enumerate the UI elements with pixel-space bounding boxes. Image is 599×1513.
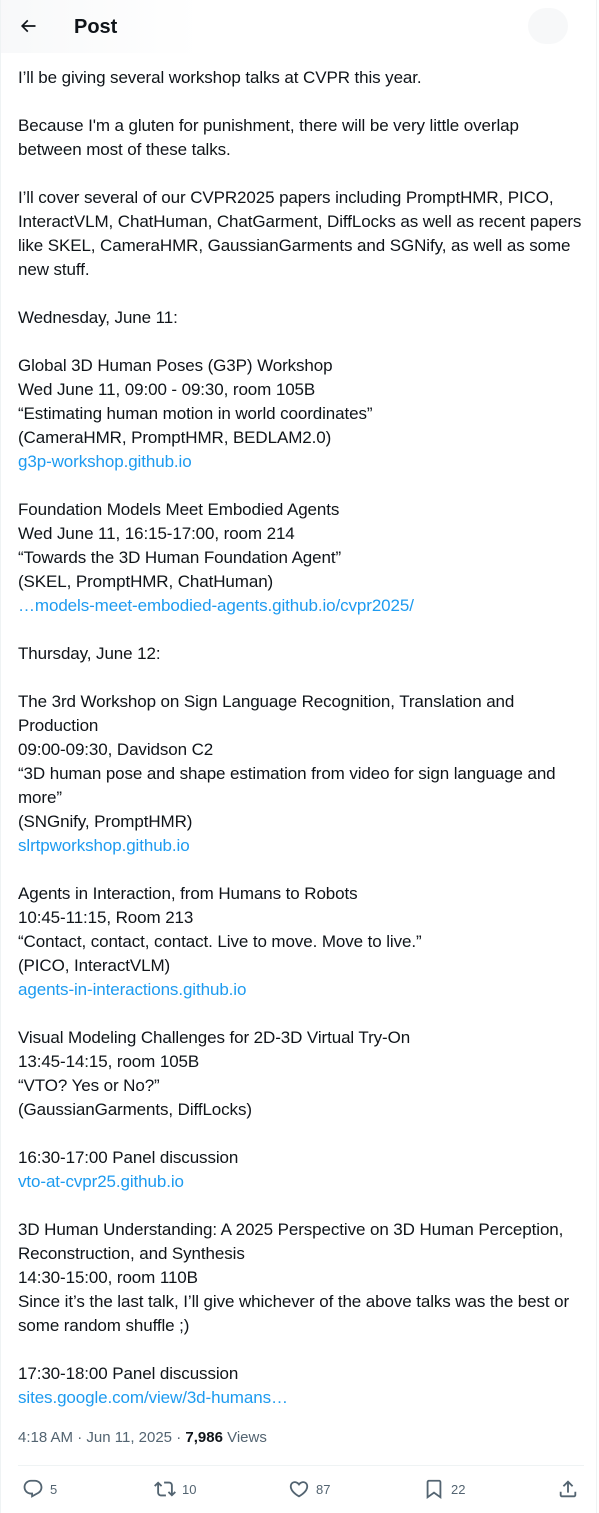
post-link[interactable]: agents-in-interactions.github.io — [18, 978, 584, 1002]
post-paragraph: Wednesday, June 11: — [18, 306, 584, 330]
post-text-line: (SKEL, PromptHMR, ChatHuman) — [18, 572, 274, 591]
repost-icon — [154, 1481, 176, 1497]
bookmark-count: 22 — [451, 1481, 466, 1497]
post-text-line: Wed June 11, 16:15-17:00, room 214 — [18, 524, 295, 543]
post-text-line: (CameraHMR, PromptHMR, BEDLAM2.0) — [18, 428, 332, 447]
header-bar: Post — [1, 0, 598, 53]
post-paragraph: Visual Modeling Challenges for 2D-3D Vir… — [18, 1026, 584, 1122]
back-button[interactable] — [11, 9, 45, 43]
post-paragraph: Thursday, June 12: — [18, 642, 584, 666]
post-text-line: (SNGnify, PromptHMR) — [18, 812, 193, 831]
post-text-line: “Towards the 3D Human Foundation Agent” — [18, 548, 342, 567]
post-text-line: Since it’s the last talk, I’ll give whic… — [18, 1292, 570, 1335]
share-icon — [559, 1480, 577, 1498]
post-text-line: 3D Human Understanding: A 2025 Perspecti… — [18, 1220, 564, 1263]
post-text-line: The 3rd Workshop on Sign Language Recogn… — [18, 692, 515, 735]
post-text-line: I’ll be giving several workshop talks at… — [18, 68, 422, 87]
post-text-line: Because I'm a gluten for punishment, the… — [18, 116, 519, 159]
post-text-line: “3D human pose and shape estimation from… — [18, 764, 556, 807]
action-bar: 5 10 87 22 — [18, 1467, 584, 1511]
meta-separator: · — [176, 1429, 186, 1446]
post-paragraph: Because I'm a gluten for punishment, the… — [18, 114, 584, 162]
post-paragraph: Global 3D Human Poses (G3P) Workshop Wed … — [18, 354, 584, 474]
post-text-line: “VTO? Yes or No?” — [18, 1076, 160, 1095]
page-title: Post — [74, 16, 118, 38]
views-count: 7,986 — [185, 1429, 223, 1446]
share-button[interactable] — [557, 1477, 579, 1501]
post-paragraph: Agents in Interaction, from Humans to Ro… — [18, 882, 584, 1002]
repost-count: 10 — [182, 1481, 197, 1497]
post-paragraph: The 3rd Workshop on Sign Language Recogn… — [18, 690, 584, 858]
reply-icon — [23, 1479, 43, 1498]
views-label: Views — [227, 1429, 267, 1446]
post-text-line: “Estimating human motion in world coordi… — [18, 404, 373, 423]
post-paragraph: I’ll cover several of our CVPR2025 paper… — [18, 186, 584, 282]
repost-button[interactable]: 10 — [154, 1477, 196, 1501]
post-text-line: Wednesday, June 11: — [18, 308, 178, 327]
meta-separator: · — [77, 1429, 87, 1446]
post-link[interactable]: g3p-workshop.github.io — [18, 450, 584, 474]
post-text: I’ll be giving several workshop talks at… — [18, 66, 584, 1434]
post-text-line: “Contact, contact, contact. Live to move… — [18, 932, 422, 951]
post-text-line: Thursday, June 12: — [18, 644, 161, 663]
post-detail-page: Post I’ll be giving several workshop tal… — [0, 0, 597, 1513]
post-text-line: 09:00-09:30, Davidson C2 — [18, 740, 214, 759]
post-date[interactable]: Jun 11, 2025 — [86, 1429, 172, 1446]
reply-count: 5 — [50, 1481, 58, 1497]
bookmark-icon — [426, 1479, 442, 1500]
post-paragraph: 16:30-17:00 Panel discussion vto-at-cvpr2… — [18, 1146, 584, 1194]
like-button[interactable]: 87 — [288, 1477, 330, 1501]
like-count: 87 — [316, 1481, 331, 1497]
post-text-line: 10:45-11:15, Room 213 — [18, 908, 194, 927]
post-text-line: I’ll cover several of our CVPR2025 paper… — [18, 188, 582, 279]
post-link[interactable]: sites.google.com/view/3d-humans… — [18, 1386, 584, 1410]
post-text-line: 13:45-14:15, room 105B — [18, 1052, 200, 1071]
post-text-line: Global 3D Human Poses (G3P) Workshop — [18, 356, 333, 375]
post-paragraph: Foundation Models Meet Embodied Agents We… — [18, 498, 584, 618]
post-paragraph: 3D Human Understanding: A 2025 Perspecti… — [18, 1218, 584, 1338]
post-text-line: 16:30-17:00 Panel discussion — [18, 1148, 239, 1167]
back-arrow-icon — [20, 19, 36, 33]
post-paragraph: I’ll be giving several workshop talks at… — [18, 66, 584, 90]
post-time[interactable]: 4:18 AM — [18, 1429, 73, 1446]
post-paragraph: 17:30-18:00 Panel discussion sites.google… — [18, 1362, 584, 1410]
post-text-line: Wed June 11, 09:00 - 09:30, room 105B — [18, 380, 316, 399]
post-text-line: (PICO, InteractVLM) — [18, 956, 171, 975]
post-link[interactable]: …models-meet-embodied-agents.github.io/c… — [18, 594, 584, 618]
header-right-backdrop — [528, 8, 568, 44]
post-text-line: 17:30-18:00 Panel discussion — [18, 1364, 239, 1383]
divider — [18, 1465, 584, 1466]
heart-icon — [289, 1481, 309, 1498]
post-text-line: Agents in Interaction, from Humans to Ro… — [18, 884, 358, 903]
post-text-line: 14:30-15:00, room 110B — [18, 1268, 198, 1287]
post-text-line: Visual Modeling Challenges for 2D-3D Vir… — [18, 1028, 411, 1047]
post-link[interactable]: slrtpworkshop.github.io — [18, 834, 584, 858]
post-link[interactable]: vto-at-cvpr25.github.io — [18, 1170, 584, 1194]
bookmark-button[interactable]: 22 — [423, 1477, 465, 1501]
post-text-line: Foundation Models Meet Embodied Agents — [18, 500, 340, 519]
post-text-line: (GaussianGarments, DiffLocks) — [18, 1100, 252, 1119]
post-meta: 4:18 AM · Jun 11, 2025 · 7,986 Views — [18, 1428, 267, 1448]
reply-button[interactable]: 5 — [22, 1477, 57, 1501]
